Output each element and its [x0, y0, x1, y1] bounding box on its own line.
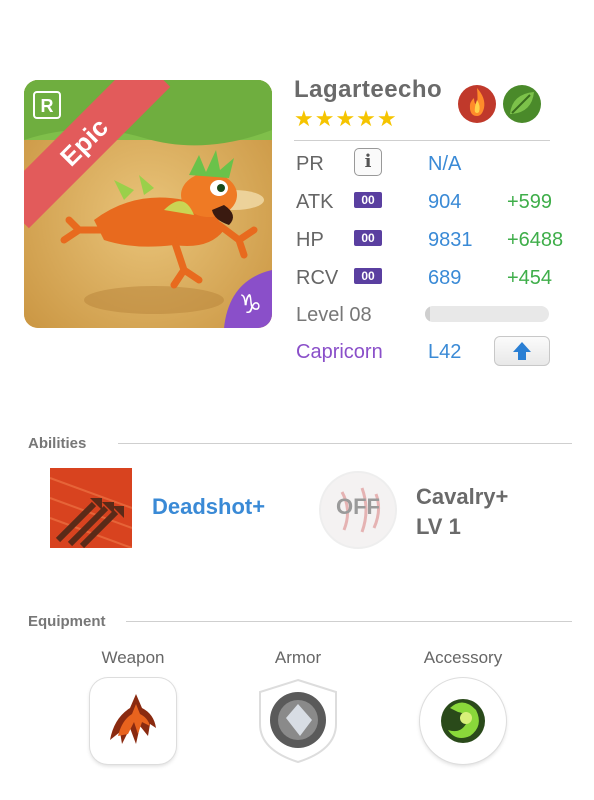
rcv-value: 689	[428, 267, 462, 289]
pr-label: PR	[296, 153, 324, 175]
fire-icon	[456, 80, 498, 129]
level-progress-bar	[425, 306, 549, 322]
abilities-title: Abilities	[28, 435, 87, 452]
hp-value: 9831	[428, 229, 473, 251]
rarity-r-icon: R	[41, 96, 54, 116]
armor-slot[interactable]	[256, 678, 340, 764]
rcv-plus-badge[interactable]: 00	[354, 268, 382, 284]
monster-artwork: R	[24, 80, 272, 328]
cavalry-name-line: Cavalry+	[416, 484, 509, 509]
info-button[interactable]: i	[354, 148, 382, 176]
zodiac-sign-label: Capricorn	[296, 341, 383, 363]
accessory-label: Accessory	[423, 648, 503, 667]
monster-portrait[interactable]: R Epic ♑	[24, 80, 272, 328]
hp-label: HP	[296, 229, 324, 251]
capricorn-icon: ♑	[238, 290, 262, 320]
cavalry-ability-icon[interactable]: OFF	[318, 470, 398, 550]
ability-name-cavalry[interactable]: Cavalry+ LV 1	[416, 482, 508, 542]
weapon-label: Weapon	[101, 648, 165, 667]
rcv-bonus: +454	[507, 267, 553, 289]
star-rating: ★★★★★	[294, 106, 398, 131]
zodiac-level: L42	[428, 341, 462, 363]
ability-off-label: OFF	[336, 494, 380, 519]
shield-armor-icon	[259, 678, 337, 764]
atk-label: ATK	[296, 191, 334, 213]
orb-accessory-icon	[441, 699, 485, 743]
hp-bonus: +6488	[507, 229, 564, 251]
hp-plus-badge[interactable]: 00	[354, 230, 382, 246]
atk-value: 904	[428, 191, 462, 213]
cavalry-level-line: LV 1	[416, 514, 461, 539]
armor-label: Armor	[274, 648, 322, 667]
ability-name-deadshot[interactable]: Deadshot+	[152, 494, 265, 520]
weapon-slot[interactable]	[90, 678, 176, 764]
arrow-up-icon	[513, 342, 531, 360]
accessory-slot[interactable]	[420, 678, 506, 764]
claw-weapon-icon	[110, 694, 156, 744]
upgrade-button[interactable]	[494, 336, 550, 366]
atk-plus-badge[interactable]: 00	[354, 192, 382, 208]
level-label: Level 08	[296, 304, 372, 326]
header-divider	[294, 140, 550, 141]
level-progress-fill	[425, 306, 430, 322]
leaf-icon	[500, 80, 544, 129]
rcv-label: RCV	[296, 267, 339, 289]
pr-value: N/A	[428, 153, 462, 175]
monster-name: Lagarteecho	[294, 76, 443, 103]
abilities-divider	[118, 443, 572, 444]
atk-bonus: +599	[507, 191, 553, 213]
equipment-divider	[126, 621, 572, 622]
equipment-title: Equipment	[28, 613, 106, 630]
deadshot-ability-icon[interactable]	[49, 468, 133, 549]
